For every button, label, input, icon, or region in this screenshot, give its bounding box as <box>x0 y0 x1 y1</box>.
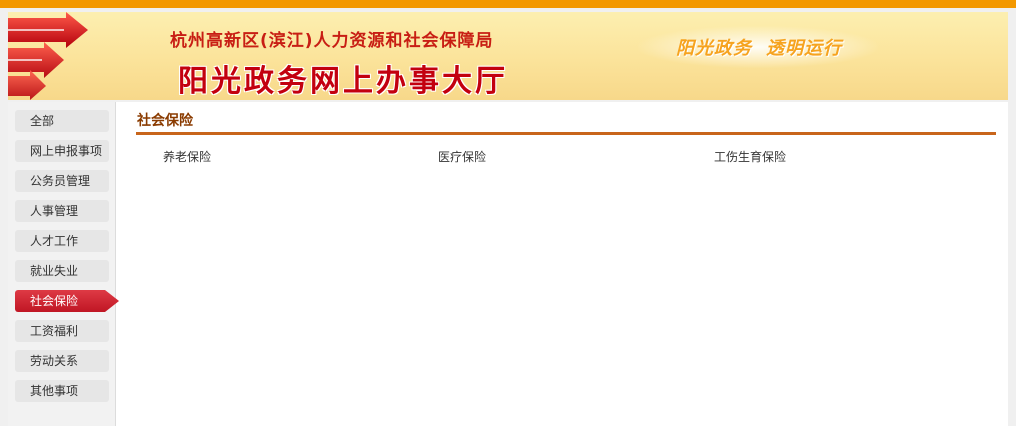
site-header: 杭州高新区(滨江)人力资源和社会保障局 阳光政务网上办事大厅 阳光政务 透明运行 <box>8 12 1008 100</box>
slogan-left: 阳光政务 <box>676 38 752 59</box>
sidebar-item-all[interactable]: 全部 <box>15 110 109 132</box>
sidebar-item-online-application[interactable]: 网上申报事项 <box>15 140 109 162</box>
sidebar-item-wages-welfare[interactable]: 工资福利 <box>15 320 109 342</box>
sidebar-item-talent[interactable]: 人才工作 <box>15 230 109 252</box>
section-divider <box>136 132 996 135</box>
link-injury-maternity-insurance[interactable]: 工伤生育保险 <box>714 148 786 165</box>
sidebar-item-personnel[interactable]: 人事管理 <box>15 200 109 222</box>
content-frame: 全部 网上申报事项 公务员管理 人事管理 人才工作 就业失业 社会保险 工资福利… <box>8 102 1008 426</box>
red-arrow-logo-icon <box>8 12 88 100</box>
sidebar-item-civil-servant[interactable]: 公务员管理 <box>15 170 109 192</box>
slogan: 阳光政务 透明运行 <box>676 34 842 60</box>
sidebar-item-social-insurance[interactable]: 社会保险 <box>15 290 119 312</box>
sidebar-item-other[interactable]: 其他事项 <box>15 380 109 402</box>
sidebar-item-employment[interactable]: 就业失业 <box>15 260 109 282</box>
link-medical-insurance[interactable]: 医疗保险 <box>438 148 486 165</box>
section-title: 社会保险 <box>137 113 193 129</box>
sidebar-nav: 全部 网上申报事项 公务员管理 人事管理 人才工作 就业失业 社会保险 工资福利… <box>8 102 119 426</box>
slogan-right: 透明运行 <box>766 38 842 59</box>
link-pension-insurance[interactable]: 养老保险 <box>163 148 211 165</box>
top-accent-bar <box>0 0 1016 8</box>
hall-title: 阳光政务网上办事大厅 <box>178 64 508 99</box>
sidebar-item-labor-relations[interactable]: 劳动关系 <box>15 350 109 372</box>
organization-name: 杭州高新区(滨江)人力资源和社会保障局 <box>170 31 494 51</box>
